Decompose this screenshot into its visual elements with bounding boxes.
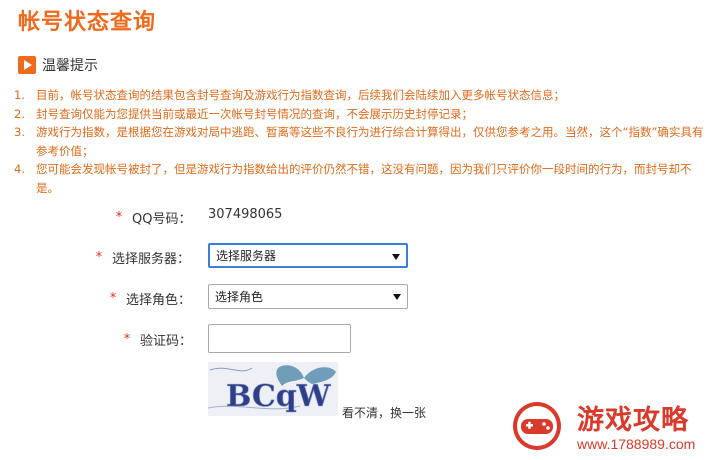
captcha-image[interactable]: BCqW (208, 362, 338, 416)
captcha-input[interactable] (208, 324, 351, 353)
role-row: * 选择角色： (106, 285, 191, 311)
watermark-name: 游戏攻略 (577, 405, 689, 436)
captcha-text: BCqW (226, 379, 332, 414)
tip-number: 2. (14, 106, 25, 121)
tips-title: 温馨提示 (42, 58, 98, 74)
watermark-url: www.1788989.com (577, 436, 696, 452)
refresh-captcha-link[interactable]: 看不清，换一张 (342, 404, 426, 421)
play-icon (18, 56, 36, 74)
server-row: * 选择服务器： (92, 244, 190, 270)
qq-value: 307498065 (208, 207, 283, 222)
watermark: 游戏攻略 www.1788989.com (511, 396, 709, 460)
qq-label: QQ号码： (132, 211, 192, 227)
tip-text: 您可能会发现帐号被封了，但是游戏行为指数给出的评价仍然不错，这没有问题，因为我们… (36, 162, 692, 195)
gamepad-logo-icon (513, 402, 561, 450)
page-title: 帐号状态查询 (18, 10, 157, 35)
server-select[interactable]: 选择服务器 (208, 243, 408, 268)
tip-item: 4. 您可能会发现帐号被封了，但是游戏行为指数给出的评价仍然不错，这没有问题，因… (14, 160, 704, 197)
required-mark: * (123, 331, 131, 347)
tip-number: 1. (14, 88, 25, 102)
tip-item: 1. 目前，帐号状态查询的结果包含封号查询及游戏行为指数查询，后续我们会陆续加入… (14, 86, 704, 105)
tip-text: 目前，帐号状态查询的结果包含封号查询及游戏行为指数查询，后续我们会陆续加入更多帐… (36, 88, 565, 102)
tip-text: 封号查询仅能为您提供当前或最近一次帐号封号情况的查询，不会展示历史封停记录； (36, 106, 473, 121)
captcha-graphic: BCqW (208, 362, 338, 416)
server-select-value: 选择服务器 (216, 249, 277, 263)
dropdown-arrow-icon (393, 294, 401, 300)
tip-item: 2. 封号查询仅能为您提供当前或最近一次帐号封号情况的查询，不会展示历史封停记录… (14, 105, 704, 124)
required-mark: * (115, 209, 123, 225)
role-label: 选择角色： (126, 292, 192, 308)
captcha-row: * 验证码： (120, 326, 192, 352)
role-select-value: 选择角色 (215, 290, 264, 304)
qq-row: * QQ号码： (112, 204, 192, 230)
required-mark: * (95, 249, 103, 265)
tip-number: 4. (14, 162, 25, 176)
tip-text: 游戏行为指数，是根据您在游戏对局中逃跑、暂离等这些不良行为进行综合计算得出，仅供… (36, 125, 704, 158)
server-label: 选择服务器： (112, 251, 191, 267)
dropdown-arrow-icon (392, 254, 400, 260)
tip-item: 3. 游戏行为指数，是根据您在游戏对局中逃跑、暂离等这些不良行为进行综合计算得出… (14, 123, 704, 160)
tips-header: 温馨提示 (18, 55, 98, 75)
tips-list: 1. 目前，帐号状态查询的结果包含封号查询及游戏行为指数查询，后续我们会陆续加入… (14, 86, 704, 197)
required-mark: * (109, 290, 117, 306)
role-select[interactable]: 选择角色 (208, 284, 408, 309)
tip-number: 3. (14, 125, 25, 139)
captcha-label: 验证码： (140, 333, 193, 349)
